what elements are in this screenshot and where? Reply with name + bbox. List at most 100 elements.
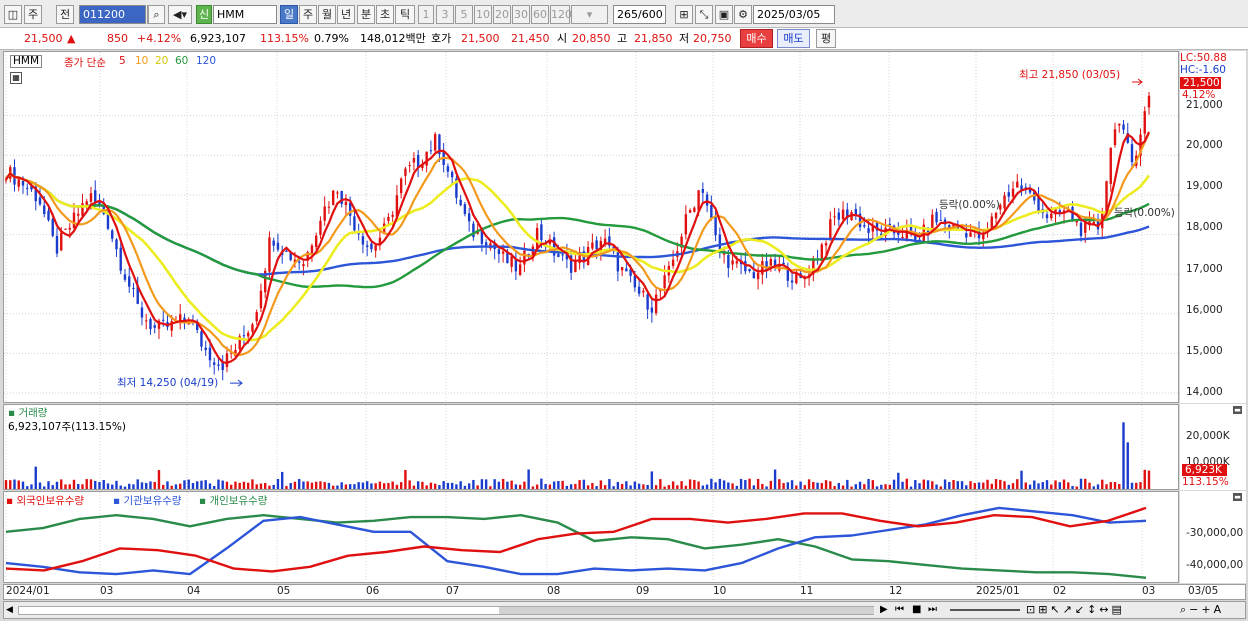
- speaker-icon[interactable]: ◀▾: [168, 5, 192, 24]
- scroll-thumb[interactable]: [499, 607, 874, 614]
- volume-bar: [871, 480, 875, 489]
- candle-body: [501, 251, 505, 254]
- high-label: 고: [617, 32, 628, 45]
- y-tick: 15,000: [1186, 345, 1223, 357]
- price-chart-svg[interactable]: [4, 52, 1178, 402]
- candle-body: [145, 320, 148, 322]
- volume-bar: [973, 483, 976, 489]
- stop-icon[interactable]: ■: [912, 604, 921, 615]
- candle-body: [684, 214, 688, 235]
- gear-icon[interactable]: ⚙: [734, 5, 752, 24]
- drawing-tools-icon[interactable]: ⊡⊞↖↗↙↕↔▤: [1026, 603, 1125, 616]
- volume-bar: [918, 483, 921, 489]
- volume-bar: [472, 479, 475, 489]
- volume-bar: [1054, 480, 1057, 489]
- zoom-controls-icon[interactable]: ⌕−+A: [1180, 603, 1224, 617]
- volume-bar: [527, 469, 530, 489]
- volume-bar: [625, 481, 628, 489]
- volume-panel[interactable]: ▪ 거래량 6,923,107주(113.15%): [3, 404, 1179, 490]
- volume-bar: [365, 481, 369, 489]
- scroll-left-icon[interactable]: ◀: [6, 605, 13, 615]
- volume-bar: [897, 472, 900, 489]
- date-field[interactable]: 2025/03/05: [753, 5, 835, 24]
- buy-button[interactable]: 매수: [740, 29, 773, 48]
- period-120[interactable]: 120: [550, 5, 572, 24]
- tab-year[interactable]: 년: [337, 5, 355, 24]
- candle-body: [671, 259, 675, 266]
- tab-tick[interactable]: 틱: [395, 5, 415, 24]
- volume-bar: [531, 486, 535, 489]
- forward-icon[interactable]: ⏭: [928, 604, 937, 615]
- prev-button[interactable]: 전: [56, 5, 74, 24]
- volume-bar: [1096, 484, 1100, 489]
- tab-month[interactable]: 월: [318, 5, 336, 24]
- volume-bar: [1003, 481, 1006, 489]
- stock-name-field[interactable]: HMM: [213, 5, 277, 24]
- volume-bar: [196, 481, 199, 489]
- candle-body: [824, 243, 828, 246]
- period-5[interactable]: 5: [455, 5, 473, 24]
- scroll-track[interactable]: [18, 606, 874, 615]
- period-week-button[interactable]: 주: [24, 5, 42, 24]
- calculator-icon[interactable]: ▦: [10, 72, 22, 84]
- volume-tag-pct: 113.15%: [1182, 476, 1229, 488]
- volume-bar: [382, 483, 386, 489]
- volume-bar: [145, 482, 148, 489]
- period-dropdown[interactable]: ▾: [571, 5, 608, 24]
- volume-bar: [1067, 482, 1070, 489]
- volume-bar: [378, 481, 382, 489]
- drawing-icon[interactable]: ⤡: [695, 5, 713, 24]
- tab-week[interactable]: 주: [299, 5, 317, 24]
- eval-button[interactable]: 평: [816, 29, 836, 48]
- volume-bar: [314, 481, 318, 489]
- period-3[interactable]: 3: [436, 5, 454, 24]
- volume-bar: [200, 480, 203, 489]
- chart-type-icon[interactable]: ◫: [4, 5, 22, 24]
- minimize-icon[interactable]: ▬: [1233, 406, 1242, 414]
- zoom-slider[interactable]: [950, 609, 1020, 611]
- tab-minute[interactable]: 분: [357, 5, 375, 24]
- candle-body: [650, 307, 654, 313]
- volume-bar: [1143, 469, 1146, 489]
- rewind-icon[interactable]: ⏮: [895, 604, 904, 615]
- volume-bar: [4, 480, 8, 489]
- period-60[interactable]: 60: [531, 5, 549, 24]
- volume-bar: [26, 486, 29, 489]
- period-20[interactable]: 20: [493, 5, 511, 24]
- tab-second[interactable]: 초: [376, 5, 394, 24]
- candle-body: [408, 165, 411, 167]
- candle-body: [727, 254, 730, 268]
- volume-bar: [659, 479, 662, 489]
- volume-bar: [77, 483, 80, 489]
- candle-body: [21, 181, 25, 186]
- period-1[interactable]: 1: [418, 5, 434, 24]
- candle-body: [153, 325, 156, 328]
- tab-day[interactable]: 일: [280, 5, 298, 24]
- play-icon[interactable]: ▶: [880, 604, 888, 615]
- scroll-bar[interactable]: ◀ ▶ ⏮ ■ ⏭ ⊡⊞↖↗↙↕↔▤ ⌕−+A: [3, 601, 1246, 619]
- volume-bar: [225, 481, 229, 489]
- count-field[interactable]: 265/600: [613, 5, 666, 24]
- legend-foreign-text: 외국인보유수량: [16, 495, 85, 507]
- period-10[interactable]: 10: [474, 5, 492, 24]
- stock-code-input[interactable]: 011200: [79, 5, 146, 24]
- candle-body: [1037, 197, 1040, 212]
- volume-bar: [1041, 482, 1044, 489]
- candle-body: [574, 260, 577, 273]
- volume-bar: [939, 486, 942, 489]
- period-30[interactable]: 30: [512, 5, 530, 24]
- price-axis[interactable]: LC:50.88 HC:-1.60 4.12% 21,500 21,000 20…: [1180, 51, 1246, 403]
- volume-bar: [98, 481, 101, 489]
- volume-bar: [1113, 481, 1117, 489]
- sell-button[interactable]: 매도: [777, 29, 810, 48]
- minimize-icon[interactable]: ▬: [1233, 493, 1242, 501]
- price-chart-panel[interactable]: HMM 종가 단순 5 10 20 60 120 ▦ 최고 21,850 (03…: [3, 51, 1179, 403]
- candle-body: [357, 233, 360, 235]
- save-icon[interactable]: ▣: [715, 5, 733, 24]
- tool-icon[interactable]: ⊞: [675, 5, 693, 24]
- volume-svg[interactable]: [4, 405, 1178, 489]
- search-icon[interactable]: ⌕: [148, 5, 165, 24]
- volume-bar: [102, 479, 105, 489]
- volume-bar: [752, 485, 756, 489]
- holding-panel[interactable]: ▪ 외국인보유수량 ▪ 기관보유수량 ▪ 개인보유수량: [3, 491, 1179, 583]
